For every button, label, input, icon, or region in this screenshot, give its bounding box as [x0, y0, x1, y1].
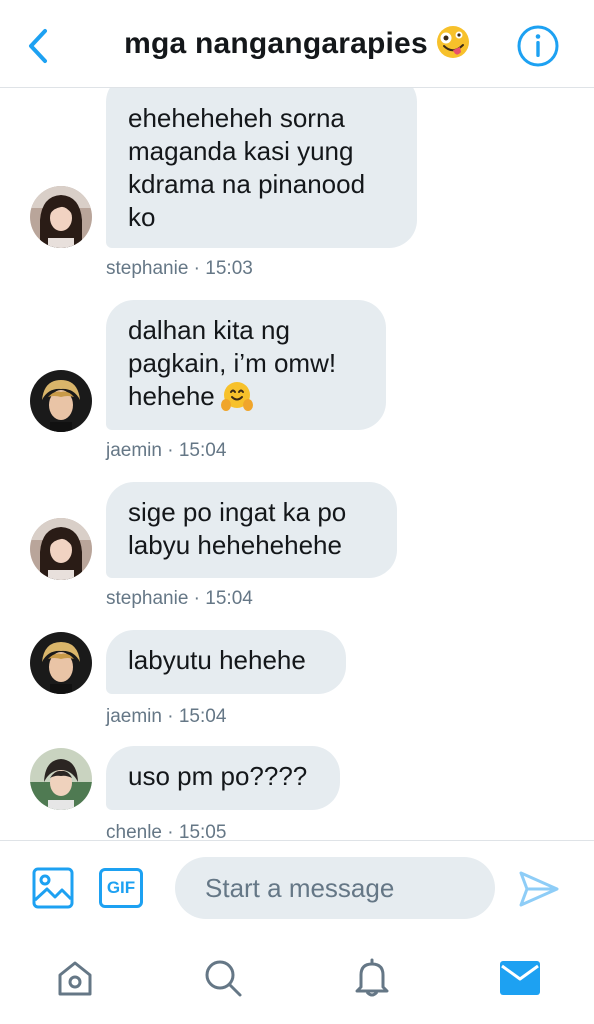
- message-meta: chenle · 15:05: [106, 822, 227, 840]
- message-meta: stephanie · 15:03: [106, 258, 253, 279]
- avatar[interactable]: [30, 518, 92, 580]
- message-line: eheheheheh sorna: [128, 103, 345, 133]
- message-list[interactable]: eheheheheh sorna maganda kasi yung kdram…: [0, 88, 594, 840]
- send-icon: [519, 871, 559, 907]
- media-button[interactable]: [32, 867, 74, 909]
- avatar[interactable]: [30, 632, 92, 694]
- tab-bar: [0, 932, 594, 1024]
- message-line: kdrama na pinanood: [128, 169, 366, 199]
- message-meta: jaemin · 15:04: [106, 440, 227, 461]
- message-bubble[interactable]: labyutu hehehe: [106, 630, 346, 694]
- avatar[interactable]: [30, 370, 92, 432]
- message-line: ko: [128, 202, 156, 232]
- message-bubble[interactable]: sige po ingat ka po labyu hehehehehe: [106, 482, 397, 578]
- message-line: labyutu hehehe: [128, 645, 306, 675]
- message-line: labyu hehehehehe: [128, 530, 342, 560]
- image-icon: [32, 867, 74, 909]
- message-input[interactable]: [175, 857, 495, 919]
- message-bubble[interactable]: eheheheheh sorna maganda kasi yung kdram…: [106, 88, 417, 248]
- message-line: uso pm po????: [128, 761, 308, 791]
- message-bubble[interactable]: uso pm po????: [106, 746, 340, 810]
- home-icon: [58, 961, 92, 996]
- message-line: pagkain, i’m omw!: [128, 348, 337, 378]
- message-bubble[interactable]: dalhan kita ng pagkain, i’m omw! hehehe: [106, 300, 386, 430]
- message-line: sige po ingat ka po: [128, 497, 347, 527]
- message-line: dalhan kita ng: [128, 315, 290, 345]
- hugging-face-emoji-icon: [220, 380, 253, 420]
- tab-home[interactable]: [53, 956, 97, 1000]
- message-line: hehehe: [128, 381, 215, 411]
- back-button[interactable]: [20, 24, 56, 68]
- message-line: maganda kasi yung: [128, 136, 354, 166]
- avatar[interactable]: [30, 186, 92, 248]
- conversation-title: mga nangangarapies: [124, 27, 428, 60]
- send-button[interactable]: [518, 869, 560, 909]
- tab-messages[interactable]: [498, 956, 542, 1000]
- notifications-bell-icon: [355, 958, 389, 997]
- message-meta: stephanie · 15:04: [106, 588, 253, 609]
- chevron-left-icon: [29, 29, 47, 63]
- gif-button[interactable]: GIF: [99, 868, 143, 908]
- tab-search[interactable]: [201, 956, 245, 1000]
- info-circle-icon: [517, 25, 559, 67]
- message-composer: GIF: [0, 840, 594, 932]
- avatar[interactable]: [30, 748, 92, 810]
- message-meta: jaemin · 15:04: [106, 706, 227, 727]
- tab-notifications[interactable]: [350, 956, 394, 1000]
- info-button[interactable]: [516, 24, 560, 68]
- messages-envelope-icon: [500, 961, 540, 995]
- zany-face-emoji-icon: [436, 25, 470, 64]
- search-icon: [205, 960, 242, 997]
- conversation-header: mga nangangarapies: [0, 0, 594, 88]
